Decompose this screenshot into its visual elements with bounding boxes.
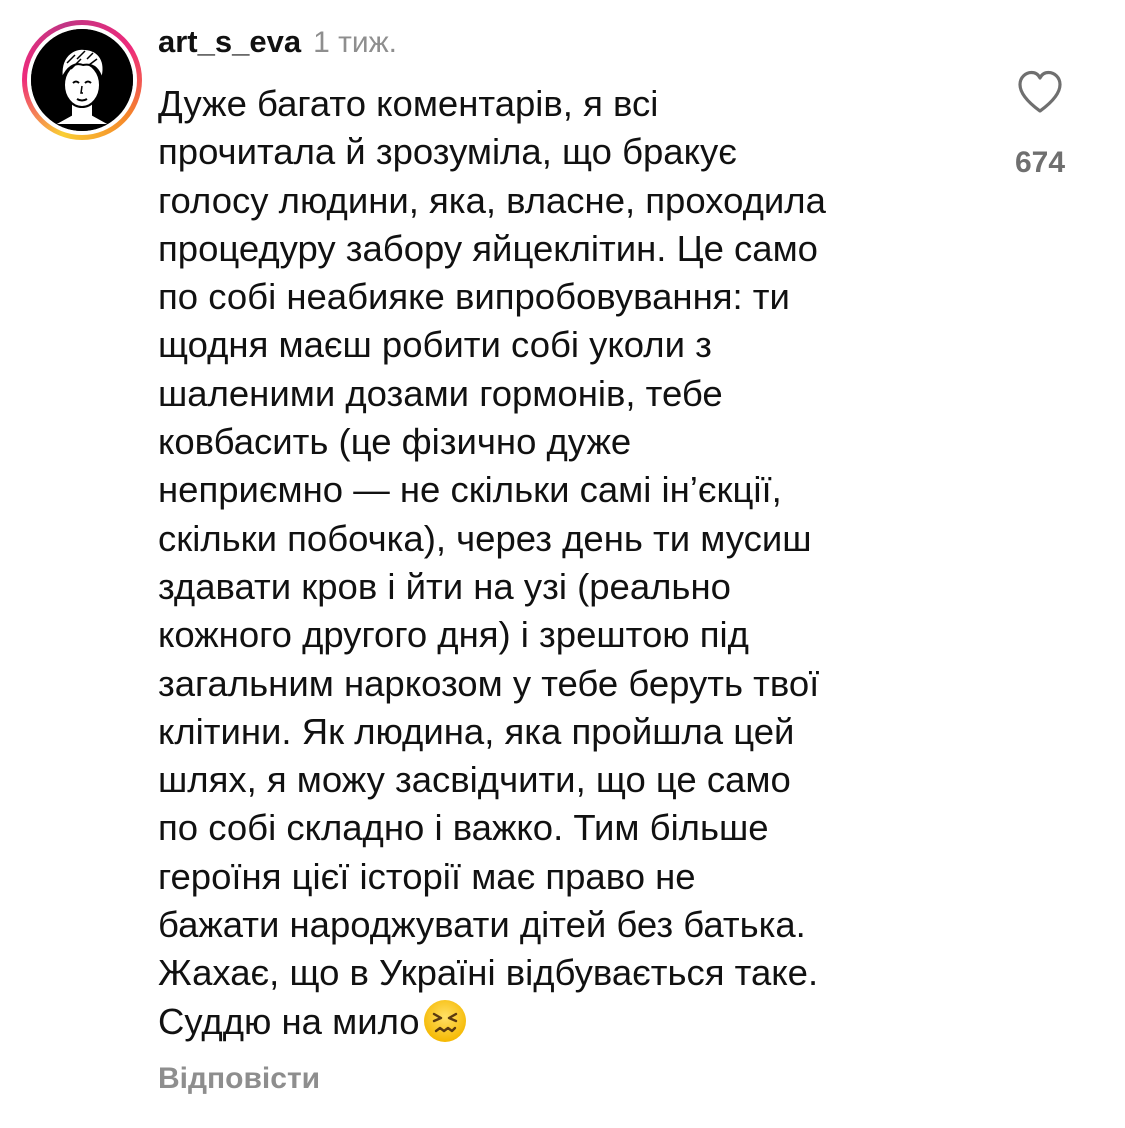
comment-username[interactable]: art_s_eva [158,24,301,60]
comment-line: шаленими дозами гормонів, тебе [158,372,723,414]
comment-timestamp: 1 тиж. [313,26,397,59]
comment-line: бажати народжувати дітей без батька. [158,904,806,946]
comment-line: Суддю на мило [158,1000,420,1042]
like-count: 674 [1014,146,1066,179]
like-column: 674 [990,66,1090,180]
comment-line: Дуже багато коментарів, я всі [158,83,659,124]
comment-line: клітини. Як людина, яка пройшла цей [158,710,795,752]
comment-line: здавати кров і йти на узі (реально [158,565,731,607]
avatar [31,29,133,131]
comment-line: по собі складно і важко. Тим більше [158,807,769,849]
comment-line: шлях, я можу засвідчити, що це само [158,759,791,801]
comment-line: неприємно — не скільки самі ін’єкції, [158,469,782,511]
comment-line: ковбасить (це фізично дуже [158,421,632,463]
confounded-face-emoji-icon [423,999,466,1042]
comment-line: щодня маєш робити собі уколи з [158,324,712,366]
comment-line: героїня цієї історії має право не [158,855,696,897]
heart-outline-icon[interactable] [1014,66,1066,118]
avatar-story-ring[interactable] [22,20,142,140]
comment-line: голосу людини, яка, власне, проходила [158,179,826,221]
comment-line: по собі неабияке випробовування: ти [158,276,790,318]
comment-line: процедуру забору яйцеклітин. Це само [158,227,818,269]
comment-line: Жахає, що в Україні відбувається таке. [158,952,819,994]
reply-button[interactable]: Відповісти [158,1062,320,1096]
comment-line: скільки побочка), через день ти мусиш [158,517,812,559]
comment-header: art_s_eva 1 тиж. [158,24,397,64]
comment-line: прочитала й зрозуміла, що бракує [158,131,737,173]
comment-line: кожного другого дня) і зрештою під [158,614,749,656]
avatar-ring-gap [27,25,137,135]
comment-line: загальним наркозом у тебе беруть твої [158,662,820,704]
comment-body: Дуже багато коментарів, я всі прочитала … [158,80,978,1046]
avatar-illustration [31,29,133,131]
comment-item: art_s_eva 1 тиж. Дуже багато коментарів,… [0,0,1125,1128]
